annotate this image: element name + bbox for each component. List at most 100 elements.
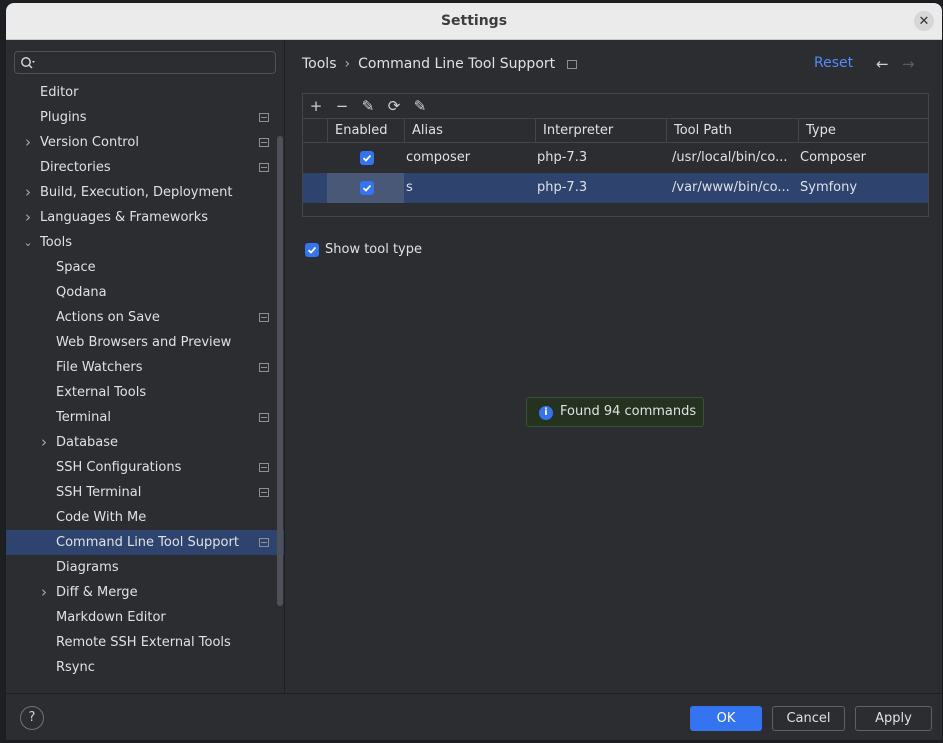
sidebar-item-label: Terminal [56, 410, 111, 425]
sidebar-item-label: Remote SSH External Tools [56, 635, 231, 650]
sidebar-item-ssh-terminal[interactable]: SSH Terminal [6, 480, 284, 505]
forward-arrow-icon[interactable]: → [902, 55, 915, 73]
sidebar-item-plugins[interactable]: Plugins [6, 105, 284, 130]
close-button[interactable]: ✕ [914, 11, 934, 31]
sidebar-item-label: Version Control [40, 135, 139, 150]
sidebar-scrollbar[interactable] [277, 136, 283, 606]
table-toolbar: + − ✎ ⟳ ✎ [303, 94, 928, 119]
enabled-checkbox[interactable] [360, 151, 374, 165]
search-icon [21, 57, 35, 69]
apply-button[interactable]: Apply [855, 706, 932, 731]
column-header-type[interactable]: Type [798, 119, 930, 143]
sidebar-item-command-line-tool-support[interactable]: Command Line Tool Support [6, 530, 284, 555]
project-scope-icon [259, 463, 269, 472]
breadcrumb-current: Command Line Tool Support [358, 56, 556, 72]
settings-sidebar: Editor Plugins › Version Control Directories… [6, 40, 285, 693]
table-header: Enabled Alias Interpreter Tool Path Type [303, 119, 928, 143]
table-row[interactable]: s php-7.3 /var/www/bin/co... Symfony [303, 173, 928, 203]
sidebar-item-tools[interactable]: ⌄ Tools [6, 230, 284, 255]
chevron-right-icon[interactable]: › [38, 430, 50, 455]
cancel-button[interactable]: Cancel [772, 706, 845, 731]
sidebar-item-label: Diagrams [56, 560, 119, 575]
sidebar-item-label: SSH Configurations [56, 460, 182, 475]
project-scope-icon [259, 138, 269, 147]
sidebar-item-directories[interactable]: Directories [6, 155, 284, 180]
settings-dialog: Settings ✕ Editor Plugins › Version Control… [5, 2, 943, 741]
chevron-right-icon[interactable]: › [38, 580, 50, 605]
sidebar-item-editor[interactable]: Editor [6, 80, 284, 105]
sidebar-item-label: Plugins [40, 110, 87, 125]
chevron-right-icon: › [344, 56, 351, 72]
sidebar-item-ssh-configurations[interactable]: SSH Configurations [6, 455, 284, 480]
ok-button[interactable]: OK [690, 706, 762, 731]
column-header-enabled[interactable]: Enabled [327, 119, 404, 143]
breadcrumb-parent[interactable]: Tools [302, 56, 337, 72]
sidebar-item-space[interactable]: Space [6, 255, 284, 280]
sidebar-item-remote-ssh-external-tools[interactable]: Remote SSH External Tools [6, 630, 284, 655]
sidebar-item-terminal[interactable]: Terminal [6, 405, 284, 430]
sidebar-item-markdown-editor[interactable]: Markdown Editor [6, 605, 284, 630]
show-tool-type-checkbox[interactable] [305, 243, 319, 257]
sidebar-item-diagrams[interactable]: Diagrams [6, 555, 284, 580]
sidebar-item-label: SSH Terminal [56, 485, 142, 500]
interpreter-cell: php-7.3 [537, 180, 588, 195]
close-icon: ✕ [918, 13, 930, 29]
tool-path-cell: /var/www/bin/co... [672, 180, 790, 195]
sidebar-item-web-browsers-and-preview[interactable]: Web Browsers and Preview [6, 330, 284, 355]
sidebar-item-version-control[interactable]: › Version Control [6, 130, 284, 155]
chevron-right-icon[interactable]: › [22, 130, 34, 155]
search-input[interactable] [14, 51, 276, 74]
table-row[interactable]: composer php-7.3 /usr/local/bin/co... Co… [303, 143, 928, 173]
reset-link[interactable]: Reset [814, 55, 853, 71]
sidebar-item-qodana[interactable]: Qodana [6, 280, 284, 305]
sidebar-item-label: Markdown Editor [56, 610, 166, 625]
sidebar-item-rsync[interactable]: Rsync [6, 655, 284, 680]
dialog-title: Settings [440, 13, 508, 29]
tool-path-cell: /usr/local/bin/co... [672, 150, 788, 165]
sidebar-item-label: Actions on Save [56, 310, 160, 325]
add-icon[interactable]: + [306, 97, 326, 115]
project-scope-icon [259, 163, 269, 172]
project-scope-icon [567, 59, 578, 69]
chevron-right-icon[interactable]: › [22, 180, 34, 205]
sidebar-item-label: Editor [40, 85, 79, 100]
chevron-down-icon[interactable]: ⌄ [22, 230, 34, 255]
sidebar-item-actions-on-save[interactable]: Actions on Save [6, 305, 284, 330]
notification-toast: i Found 94 commands [526, 397, 704, 427]
project-scope-icon [259, 538, 269, 547]
help-button[interactable]: ? [20, 706, 44, 730]
edit-settings-icon[interactable]: ✎ [410, 97, 430, 115]
sidebar-item-label: Rsync [56, 660, 95, 675]
column-header-interpreter[interactable]: Interpreter [535, 119, 666, 143]
back-arrow-icon[interactable]: ← [876, 55, 889, 73]
dialog-footer: ? OK Cancel Apply [6, 693, 942, 740]
remove-icon[interactable]: − [332, 97, 352, 115]
sidebar-item-label: Build, Execution, Deployment [40, 185, 233, 200]
alias-cell: s [406, 180, 413, 195]
project-scope-icon [259, 113, 269, 122]
sidebar-item-database[interactable]: › Database [6, 430, 284, 455]
edit-icon[interactable]: ✎ [358, 97, 378, 115]
project-scope-icon [259, 363, 269, 372]
sidebar-item-code-with-me[interactable]: Code With Me [6, 505, 284, 530]
sidebar-item-external-tools[interactable]: External Tools [6, 380, 284, 405]
refresh-icon[interactable]: ⟳ [384, 97, 404, 115]
sidebar-item-label: Directories [40, 160, 111, 175]
alias-cell: composer [406, 150, 471, 165]
settings-content: Tools › Command Line Tool Support Reset ← … [286, 40, 942, 693]
column-header-alias[interactable]: Alias [404, 119, 535, 143]
sidebar-item-label: Command Line Tool Support [56, 535, 239, 550]
chevron-right-icon[interactable]: › [22, 205, 34, 230]
enabled-checkbox[interactable] [360, 181, 374, 195]
column-header-tool-path[interactable]: Tool Path [666, 119, 798, 143]
sidebar-item-file-watchers[interactable]: File Watchers [6, 355, 284, 380]
sidebar-item-label: Qodana [56, 285, 107, 300]
sidebar-item-label: Database [56, 435, 119, 450]
sidebar-item-diff-merge[interactable]: › Diff & Merge [6, 580, 284, 605]
sidebar-item-build-execution-deployment[interactable]: › Build, Execution, Deployment [6, 180, 284, 205]
sidebar-item-label: Languages & Frameworks [40, 210, 209, 225]
sidebar-item-languages-frameworks[interactable]: › Languages & Frameworks [6, 205, 284, 230]
sidebar-item-label: Web Browsers and Preview [56, 335, 232, 350]
info-icon: i [539, 406, 553, 420]
project-scope-icon [259, 413, 269, 422]
